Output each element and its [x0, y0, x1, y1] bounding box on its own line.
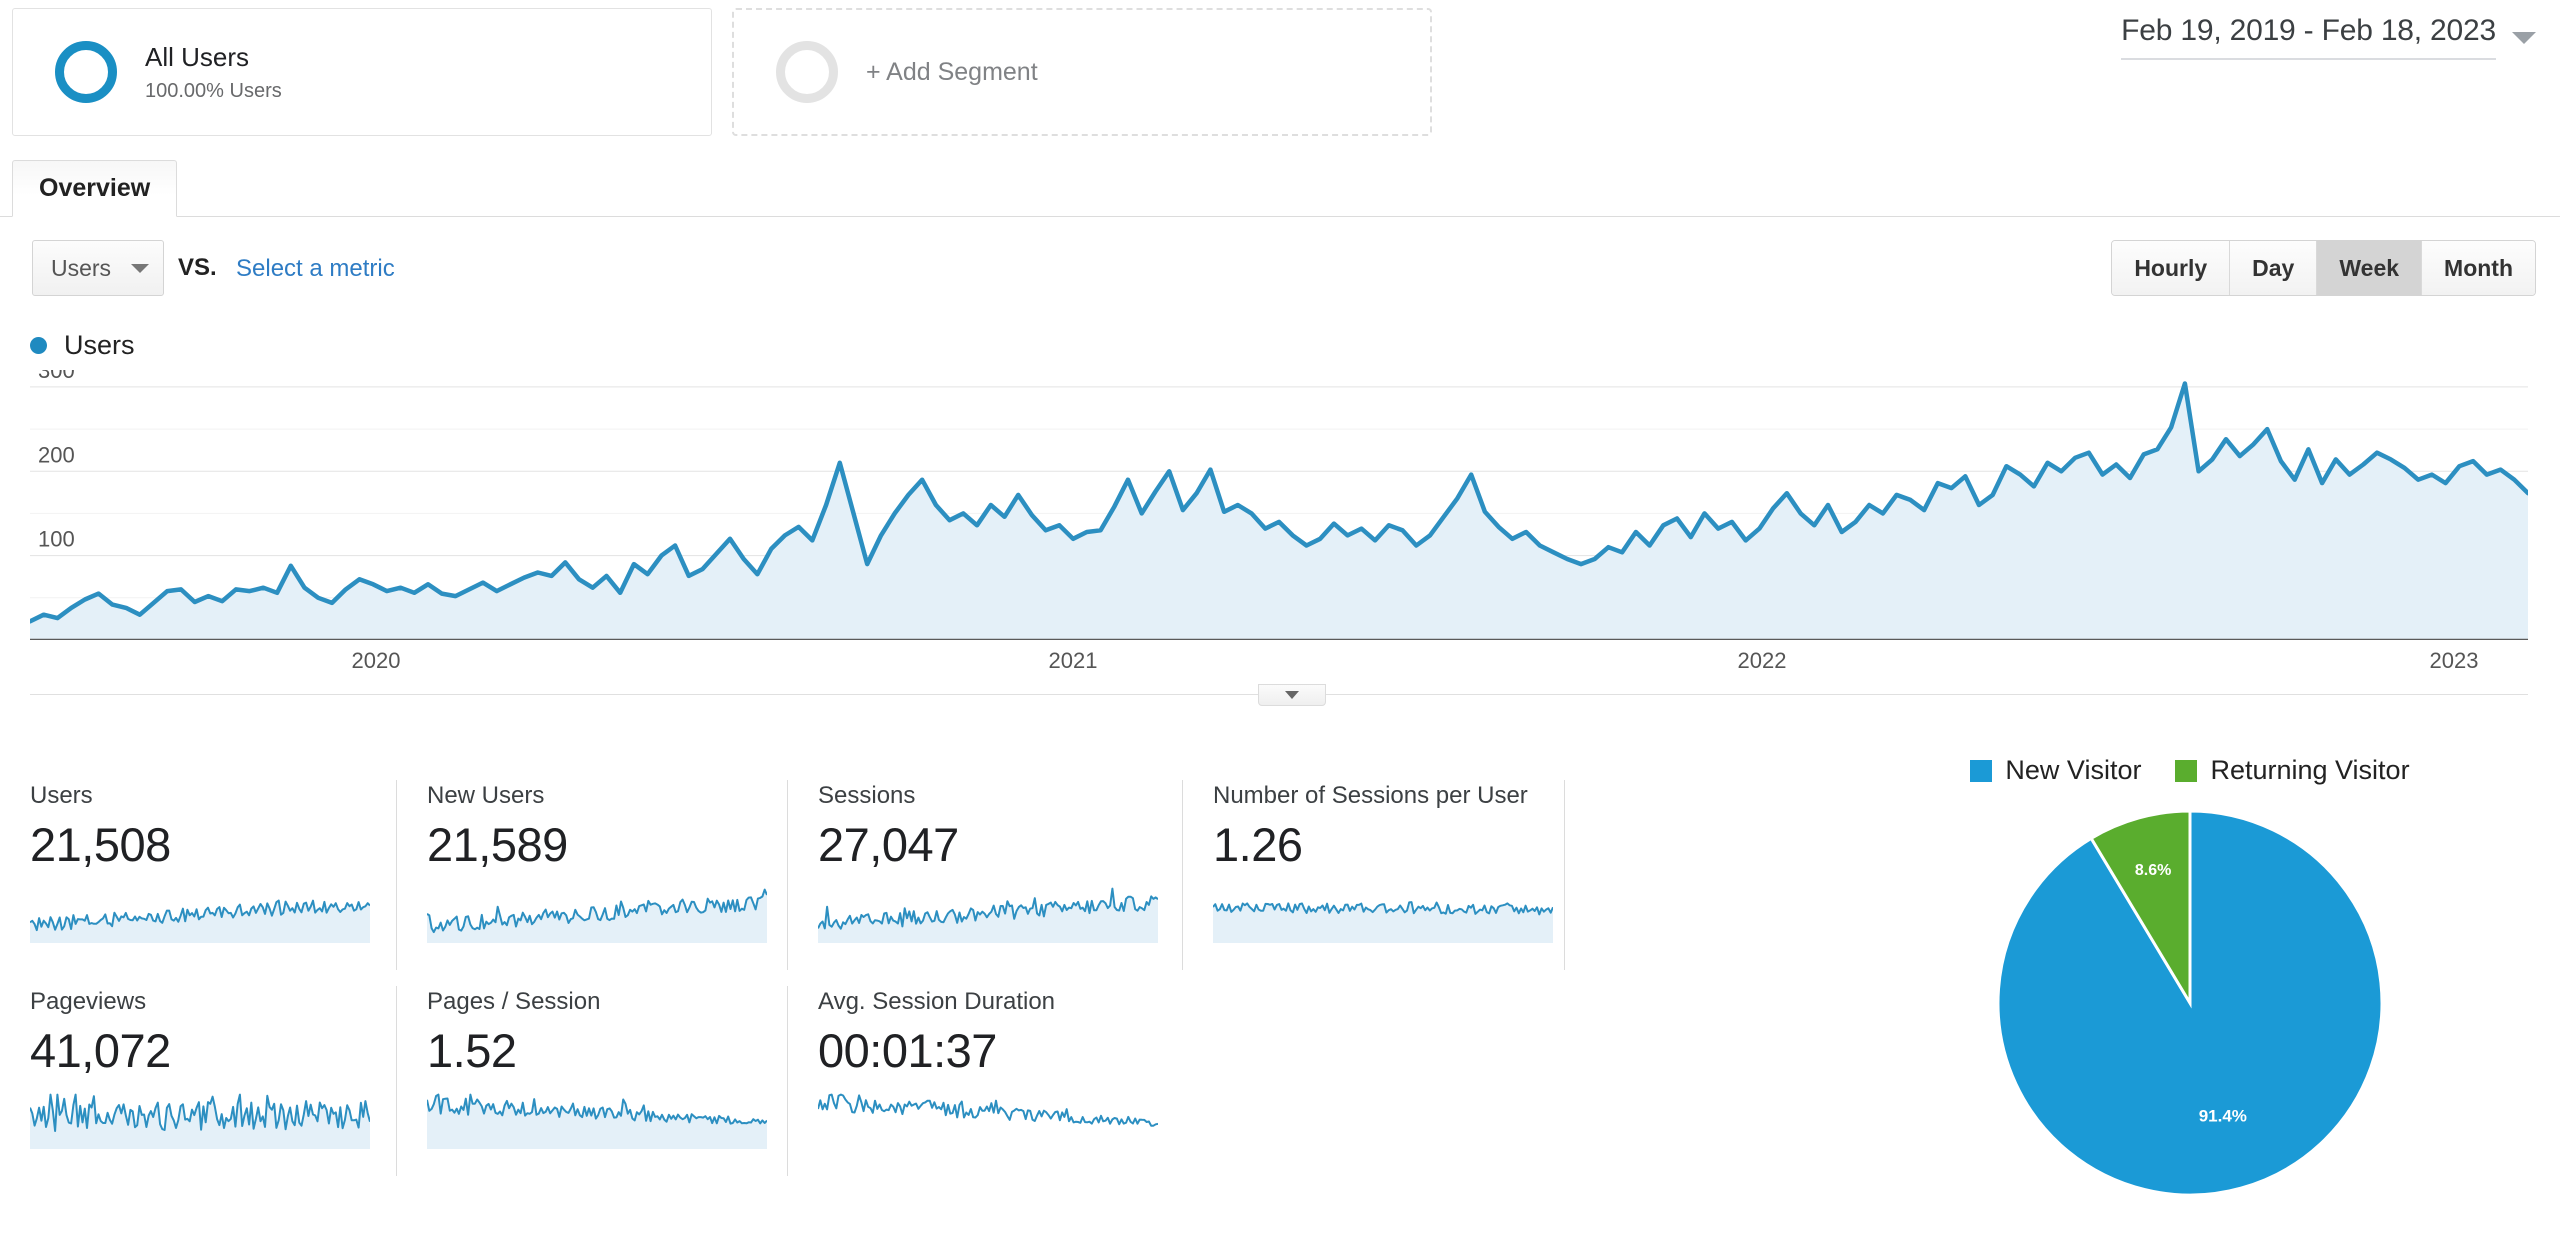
metric-sparkline [818, 1093, 1158, 1128]
svg-text:200: 200 [38, 442, 75, 467]
pie-legend: New Visitor Returning Visitor [1820, 755, 2560, 786]
granularity-week-button[interactable]: Week [2317, 241, 2423, 295]
metric-value: 21,508 [30, 818, 171, 871]
pie-legend-label: Returning Visitor [2210, 755, 2410, 785]
metric-card-sessions[interactable]: Sessions 27,047 [788, 780, 1183, 970]
metric-card-pages-per-session[interactable]: Pages / Session 1.52 [397, 986, 788, 1176]
date-range-picker[interactable]: Feb 19, 2019 - Feb 18, 2023 [2121, 14, 2536, 60]
x-axis-tick-label: 2020 [351, 648, 401, 673]
metrics-row-1: Users 21,508 New Users 21,589 Sessions 2… [0, 780, 1600, 980]
metric-card-sessions-per-user[interactable]: Number of Sessions per User 1.26 [1183, 780, 1565, 970]
metric-value: 1.26 [1213, 818, 1303, 871]
svg-text:100: 100 [38, 527, 75, 552]
add-segment-label: + Add Segment [866, 57, 1038, 86]
vs-label: VS. [178, 254, 217, 281]
metric-select-value: Users [51, 254, 112, 281]
segment-card-text: All Users 100.00% Users [145, 41, 282, 104]
svg-text:8.6%: 8.6% [2135, 862, 2171, 879]
x-axis-tick-label: 2021 [1048, 648, 1098, 673]
chevron-down-icon [2512, 32, 2536, 44]
new-vs-returning-pie-svg: 91.4% 8.6% [1996, 809, 2384, 1197]
granularity-day-button[interactable]: Day [2230, 241, 2318, 295]
x-axis-tick-label: 2022 [1737, 648, 1787, 673]
chart-plot-area[interactable]: 100 200 300 [30, 370, 2528, 640]
metric-card-pageviews[interactable]: Pageviews 41,072 [0, 986, 397, 1176]
legend-color-dot [30, 337, 47, 354]
x-axis-tick-label: 2023 [2429, 648, 2479, 673]
metric-value: 27,047 [818, 818, 959, 871]
granularity-month-label: Month [2444, 254, 2513, 281]
pie-chart-wrapper[interactable]: 91.4% 8.6% [1990, 803, 2390, 1208]
granularity-hourly-button[interactable]: Hourly [2112, 241, 2231, 295]
metric-label: New Users [427, 782, 545, 809]
metric-sparkline [818, 887, 1158, 944]
pie-legend-item-new-visitor[interactable]: New Visitor [1970, 755, 2141, 786]
tab-overview[interactable]: Overview [12, 160, 178, 217]
segment-name: All Users [145, 41, 250, 72]
pie-legend-label: New Visitor [2005, 755, 2142, 785]
segment-card-all-users[interactable]: All Users 100.00% Users [12, 8, 712, 136]
metric-card-new-users[interactable]: New Users 21,589 [397, 780, 788, 970]
users-line-svg: 100 200 300 [30, 370, 2528, 640]
users-over-time-chart: Users 100 200 300 2020 2021 2022 2023 [0, 330, 2560, 720]
metric-label: Sessions [818, 782, 916, 809]
granularity-month-button[interactable]: Month [2422, 241, 2535, 295]
select-a-metric-link[interactable]: Select a metric [236, 255, 395, 283]
legend-color-swatch [1970, 759, 1993, 782]
add-segment-circle-icon [776, 41, 838, 103]
metric-sparkline [30, 1093, 370, 1150]
granularity-button-group: Hourly Day Week Month [2111, 240, 2536, 296]
metric-value: 21,589 [427, 818, 568, 871]
legend-series-label: Users [64, 330, 135, 360]
chart-legend: Users [30, 330, 135, 361]
analytics-audience-overview: All Users 100.00% Users + Add Segment Fe… [0, 0, 2560, 1238]
metric-value: 41,072 [30, 1024, 171, 1077]
granularity-week-label: Week [2339, 254, 2400, 281]
chart-collapse-toggle[interactable] [1258, 684, 1326, 706]
metric-card-users[interactable]: Users 21,508 [0, 780, 397, 970]
metrics-row-2: Pageviews 41,072 Pages / Session 1.52 Av… [0, 986, 1600, 1186]
segment-bar: All Users 100.00% Users + Add Segment Fe… [0, 0, 2560, 150]
segment-circle-icon [55, 41, 117, 103]
legend-color-swatch [2175, 759, 2198, 782]
metric-label: Pageviews [30, 988, 147, 1015]
svg-text:91.4%: 91.4% [2199, 1106, 2247, 1125]
granularity-hourly-label: Hourly [2134, 254, 2208, 281]
metric-select-dropdown[interactable]: Users [32, 240, 164, 296]
add-segment-button[interactable]: + Add Segment [732, 8, 1432, 136]
metric-sparkline [427, 1093, 767, 1150]
tab-overview-label: Overview [39, 174, 151, 202]
metric-value: 00:01:37 [818, 1024, 997, 1077]
metric-label: Number of Sessions per User [1213, 782, 1528, 809]
metric-card-avg-session-duration[interactable]: Avg. Session Duration 00:01:37 [788, 986, 1183, 1176]
pie-legend-item-returning-visitor[interactable]: Returning Visitor [2175, 755, 2410, 786]
metrics-summary-area: Users 21,508 New Users 21,589 Sessions 2… [0, 780, 1600, 1210]
chevron-down-icon [1285, 691, 1299, 699]
date-range-label: Feb 19, 2019 - Feb 18, 2023 [2121, 14, 2496, 60]
new-vs-returning-panel: New Visitor Returning Visitor 91.4% 8.6% [1820, 755, 2560, 1235]
metric-label: Pages / Session [427, 988, 601, 1015]
chart-x-axis: 2020 2021 2022 2023 [30, 648, 2528, 682]
metric-sparkline [427, 888, 767, 944]
segment-percent: 100.00% Users [145, 80, 282, 103]
metric-label: Users [30, 782, 93, 809]
metric-label: Avg. Session Duration [818, 988, 1056, 1015]
tab-strip: Overview [0, 160, 2560, 217]
chart-controls-row: Users VS. Select a metric Hourly Day Wee… [0, 230, 2560, 302]
metric-sparkline [1213, 901, 1553, 944]
granularity-day-label: Day [2252, 254, 2295, 281]
chevron-down-icon [131, 263, 149, 273]
metric-sparkline [30, 899, 370, 944]
metric-value: 1.52 [427, 1024, 517, 1077]
svg-text:300: 300 [38, 370, 75, 383]
